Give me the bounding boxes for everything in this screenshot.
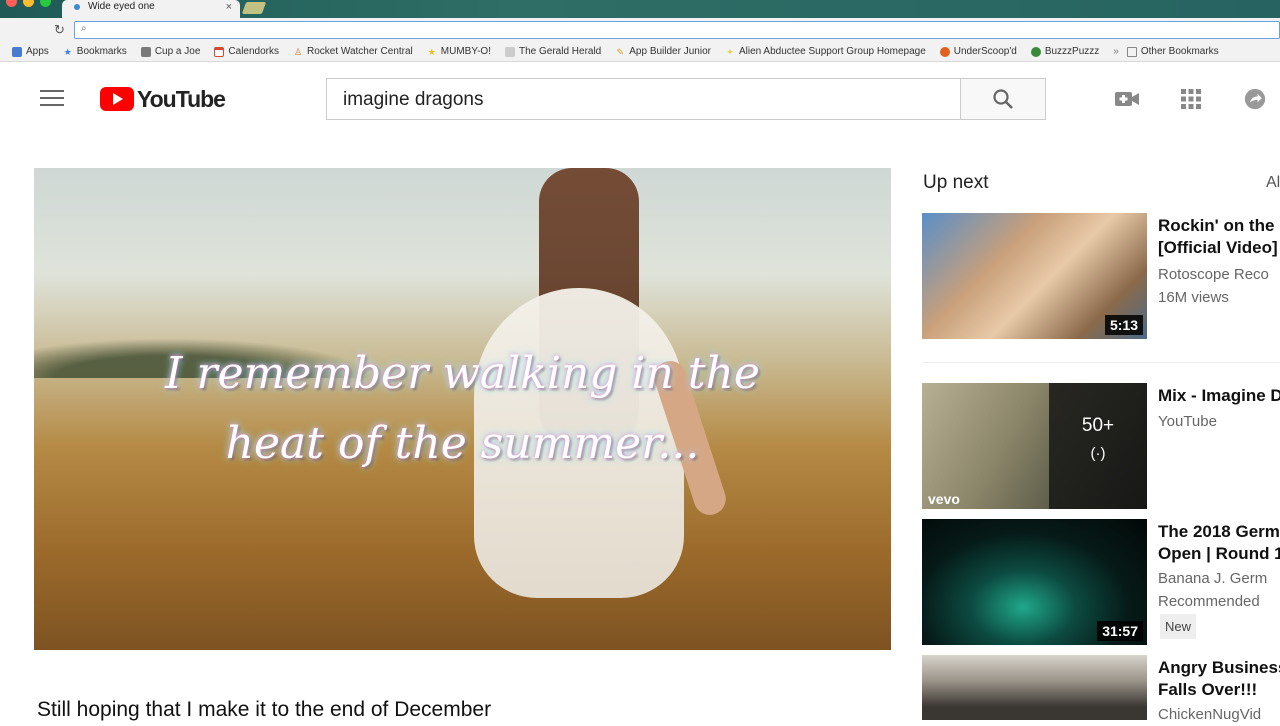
bookmark-bookmarks[interactable]: ★ Bookmarks — [63, 46, 127, 57]
more-bookmarks-chevron-icon[interactable]: » — [1113, 46, 1119, 57]
duration-badge: 5:13 — [1104, 315, 1143, 335]
recommendation-item[interactable]: 50+ (·) vevo Mix - Imagine D YouTube — [922, 383, 1280, 513]
bookmark-gerald-herald[interactable]: The Gerald Herald — [504, 46, 602, 57]
star-burst-icon: ★ — [427, 46, 436, 57]
search-icon — [993, 89, 1013, 109]
browser-tab-active[interactable]: Wide eyed one × — [62, 0, 240, 18]
apps-grid-icon — [12, 46, 22, 57]
recommendation-title[interactable]: Rockin' on the [Official Video] — [1158, 215, 1278, 259]
maximize-window-button[interactable] — [40, 0, 51, 7]
youtube-logo[interactable]: YouTube — [100, 85, 226, 112]
bookmark-label: Apps — [26, 46, 49, 57]
lyric-line-1: I remember walking in the — [165, 348, 760, 399]
bookmark-label: Cup a Joe — [154, 46, 201, 57]
bookmark-alien-abductee[interactable]: ✦ Alien Abductee Support Group Homepage — [725, 46, 926, 57]
recommendation-title[interactable]: Angry Business Falls Over!!! — [1158, 657, 1280, 701]
hamburger-menu-icon[interactable] — [40, 90, 64, 108]
recommendation-item[interactable]: 5:13 Rockin' on the [Official Video] Rot… — [922, 213, 1280, 343]
cup-icon — [140, 46, 151, 57]
bookmark-label: App Builder Junior — [629, 46, 711, 57]
bookmark-label: Calendorks — [228, 46, 279, 57]
rocket-icon: ♙ — [293, 46, 303, 57]
bookmark-cup-a-joe[interactable]: Cup a Joe — [140, 46, 201, 57]
window-controls — [6, 0, 51, 7]
recommended-label: Recommended — [1158, 593, 1260, 610]
bookmark-label: MUMBY-O! — [440, 46, 491, 57]
recommendation-item[interactable]: 31:57 The 2018 Germ Open | Round 1 Banan… — [922, 519, 1280, 649]
bookmark-calendorks[interactable]: Calendorks — [214, 46, 279, 57]
other-bookmarks-folder[interactable]: Other Bookmarks — [1126, 46, 1219, 57]
autoplay-label: Al — [1266, 174, 1280, 191]
video-thumbnail[interactable] — [922, 655, 1147, 720]
new-tab-button[interactable] — [241, 2, 267, 14]
newspaper-icon — [504, 46, 515, 57]
create-video-icon[interactable] — [1114, 88, 1140, 110]
browser-tab-strip: Wide eyed one × — [0, 0, 1280, 18]
pencil-icon: ✎ — [616, 46, 625, 57]
up-next-heading: Up next — [923, 172, 989, 193]
recommendation-title[interactable]: The 2018 Germ Open | Round 1 — [1158, 521, 1280, 565]
folder-icon — [1126, 46, 1137, 57]
bookmark-apps[interactable]: Apps — [12, 46, 49, 57]
recommendation-title[interactable]: Mix - Imagine D — [1158, 385, 1280, 407]
calendar-icon — [214, 46, 225, 57]
broadcast-icon: (·) — [1090, 445, 1106, 462]
bookmark-label: UnderScoop'd — [953, 46, 1017, 57]
bookmark-label: BuzzzPuzzz — [1044, 46, 1100, 57]
bookmark-label: Rocket Watcher Central — [307, 46, 413, 57]
bookmark-buzzzpuzzz[interactable]: BuzzzPuzzz — [1030, 46, 1100, 57]
bookmark-rocket-watcher[interactable]: ♙ Rocket Watcher Central — [293, 46, 413, 57]
bookmark-label: The Gerald Herald — [518, 46, 602, 57]
youtube-header: YouTube imagine dragons — [0, 62, 1280, 136]
sparkle-icon: ✦ — [726, 46, 734, 57]
address-search-icon: ⌕ — [81, 23, 87, 34]
bookmark-underscoopd[interactable]: UnderScoop'd — [939, 46, 1017, 57]
share-arrow-icon[interactable] — [1242, 88, 1268, 110]
new-badge: New — [1160, 614, 1197, 639]
browser-toolbar: ↻ ⌕ — [0, 18, 1280, 42]
search-button[interactable] — [960, 78, 1046, 120]
tab-close-icon[interactable]: × — [226, 0, 232, 14]
bookmark-label: Alien Abductee Support Group Homepage — [738, 46, 926, 57]
bookmark-label: Bookmarks — [76, 46, 127, 57]
fox-icon — [939, 46, 950, 57]
channel-name: YouTube — [1158, 413, 1217, 430]
recommendation-item[interactable]: Angry Business Falls Over!!! ChickenNugV… — [922, 655, 1280, 723]
section-divider — [922, 362, 1280, 363]
mix-playlist-overlay: 50+ (·) — [1049, 383, 1147, 509]
tab-favicon-icon — [74, 4, 80, 10]
video-thumbnail[interactable]: 31:57 — [922, 519, 1147, 645]
close-window-button[interactable] — [6, 0, 17, 7]
channel-name: ChickenNugVid — [1158, 706, 1262, 723]
bee-icon — [1030, 46, 1041, 57]
channel-name: Banana J. Germ — [1158, 570, 1268, 587]
bookmark-app-builder-junior[interactable]: ✎ App Builder Junior — [615, 46, 711, 57]
minimize-window-button[interactable] — [23, 0, 34, 7]
bookmark-mumby-o[interactable]: ★ MUMBY-O! — [427, 46, 491, 57]
search-input[interactable]: imagine dragons — [326, 78, 960, 120]
video-thumbnail[interactable]: 50+ (·) vevo — [922, 383, 1147, 509]
apps-grid-icon[interactable] — [1178, 88, 1204, 110]
channel-name: Rotoscope Reco — [1158, 266, 1269, 283]
video-thumbnail[interactable]: 5:13 — [922, 213, 1147, 339]
youtube-wordmark: YouTube — [137, 85, 226, 112]
bookmarks-bar: Apps ★ Bookmarks Cup a Joe Calendorks ♙ Ro… — [0, 42, 1280, 62]
mix-count: 50+ — [1081, 415, 1115, 436]
duration-badge: 31:57 — [1097, 621, 1143, 641]
address-bar[interactable]: ⌕ — [74, 21, 1280, 39]
reload-icon[interactable]: ↻ — [54, 22, 65, 38]
bookmark-label: Other Bookmarks — [1140, 46, 1219, 57]
lyric-line-2: heat of the summer... — [225, 418, 700, 469]
vevo-logo: vevo — [928, 491, 960, 507]
star-icon: ★ — [63, 46, 72, 57]
tab-title: Wide eyed one — [88, 1, 155, 12]
view-count: 16M views — [1158, 289, 1229, 306]
youtube-play-icon — [100, 87, 134, 111]
video-title: Still hoping that I make it to the end o… — [37, 698, 492, 721]
video-player[interactable]: I remember walking in the heat of the su… — [34, 168, 891, 650]
